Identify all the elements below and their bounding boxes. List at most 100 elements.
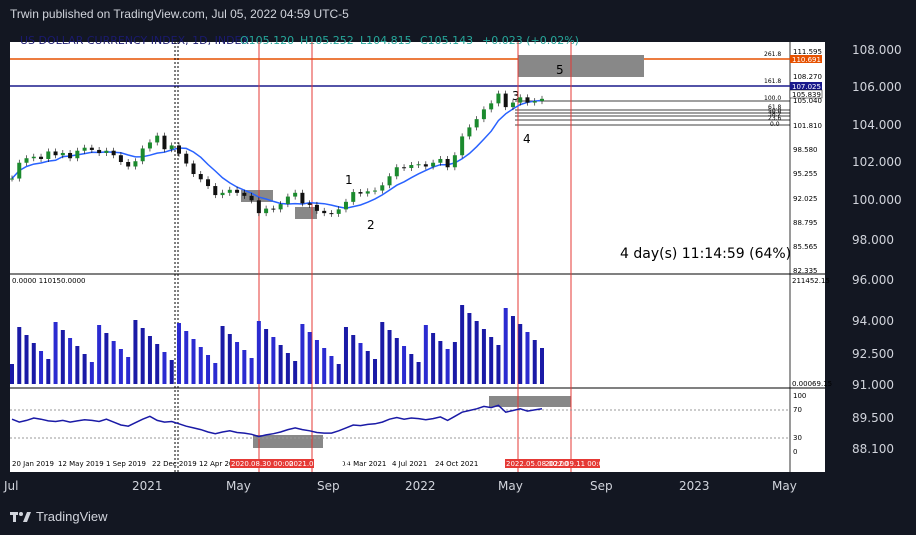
volume-bar	[271, 337, 276, 384]
inner-tick: 101.810	[793, 122, 822, 130]
legend-close: C105.143	[420, 34, 473, 47]
candle	[242, 192, 247, 196]
candle	[46, 151, 51, 159]
candle	[474, 119, 479, 128]
inner-tick: 95.255	[793, 170, 818, 178]
right-tick: 104.000	[852, 118, 902, 132]
legend-open: O105.120	[240, 34, 294, 47]
volume-bar	[31, 343, 36, 384]
volume-bar	[235, 342, 240, 384]
volume-bar	[474, 321, 479, 384]
volume-bar	[46, 359, 51, 384]
volume-bar	[264, 329, 269, 384]
candle	[184, 153, 189, 164]
candle	[89, 147, 94, 150]
volume-bar	[140, 328, 145, 384]
volume-bar	[380, 322, 385, 384]
candle	[271, 208, 276, 210]
volume-bar	[307, 332, 312, 384]
fib-value-100: 105.839	[792, 91, 821, 99]
volume-bar	[351, 335, 356, 384]
date-tag: 2021.01.03 00:00	[289, 460, 351, 468]
right-tick: 91.000	[852, 378, 894, 392]
tradingview-brand[interactable]: TradingView	[10, 509, 108, 524]
candle	[285, 196, 290, 205]
candle	[510, 102, 515, 108]
candle	[17, 162, 22, 179]
wave-label-2: 2	[367, 218, 375, 232]
volume-bar	[191, 339, 196, 384]
candle	[358, 192, 363, 194]
volume-bar	[213, 363, 218, 384]
right-tick: 102.000	[852, 155, 902, 169]
volume-bar	[97, 325, 102, 384]
time-tick: Jul	[3, 479, 18, 493]
volume-max-label: 211452.15	[792, 277, 830, 285]
rsi-tick: 70	[793, 406, 802, 414]
publisher-bar: Trwin published on TradingView.com, Jul …	[0, 0, 916, 30]
candle	[118, 155, 123, 162]
right-tick: 96.000	[852, 273, 894, 287]
time-tick: May	[226, 479, 251, 493]
volume-bar	[532, 340, 537, 384]
volume-bar	[510, 316, 515, 384]
volume-bar	[314, 340, 319, 384]
candle	[445, 158, 450, 168]
volume-bar	[373, 359, 378, 384]
wave-label-4: 4	[523, 132, 531, 146]
right-tick: 89.500	[852, 411, 894, 425]
inner-date: 4 Jul 2021	[392, 460, 427, 468]
candle	[525, 97, 530, 103]
time-tick: May	[772, 479, 797, 493]
volume-bar	[75, 346, 80, 384]
inner-date: 12 May 2019	[58, 460, 104, 468]
volume-bar	[445, 349, 450, 384]
volume-bar	[343, 327, 348, 384]
volume-bar	[147, 336, 152, 384]
fib-label-0: 0.0	[770, 121, 780, 128]
candle	[489, 103, 494, 110]
candle	[126, 161, 131, 167]
right-tick: 94.000	[852, 314, 894, 328]
volume-header: 0.0000 110150.0000	[12, 277, 85, 285]
inner-tick: 82.335	[793, 267, 818, 275]
inner-tick: 98.580	[793, 146, 818, 154]
volume-bar	[394, 338, 399, 384]
volume-bar	[162, 352, 167, 384]
fib-label-100: 100.0	[764, 95, 781, 102]
candle	[68, 152, 73, 159]
candle	[518, 97, 523, 103]
volume-bar	[17, 327, 22, 384]
box-low-2	[295, 207, 317, 219]
publisher-text: Trwin published on TradingView.com, Jul …	[10, 7, 349, 21]
candle	[336, 209, 341, 214]
volume-bar	[220, 326, 225, 384]
candle	[503, 93, 508, 108]
fib-label-261: 261.8	[764, 51, 781, 58]
candle	[532, 101, 537, 103]
volume-bar	[206, 355, 211, 384]
volume-bar	[467, 313, 472, 384]
candle	[140, 148, 145, 162]
chart-area[interactable]: US DOLLAR CURRENCY INDEX, 1D, INDEX O105…	[0, 30, 916, 535]
volume-bar	[423, 325, 428, 384]
legend-symbol: US DOLLAR CURRENCY INDEX, 1D, INDEX	[20, 34, 250, 47]
volume-bar	[365, 351, 370, 384]
volume-bar	[293, 361, 298, 384]
fib-value-261: 110.691	[792, 56, 821, 64]
volume-bar	[416, 362, 421, 384]
candle	[416, 164, 421, 166]
volume-bar	[518, 324, 523, 384]
volume-bar	[60, 330, 65, 384]
candle	[75, 150, 80, 159]
volume-bar	[111, 341, 116, 384]
candle	[31, 156, 36, 159]
rsi-box-high	[489, 396, 571, 407]
right-price-axis: 108.000 106.000 104.000 102.000 100.000 …	[852, 43, 902, 456]
volume-bar	[249, 358, 254, 384]
volume-bar	[133, 320, 138, 384]
rsi-tick: 0	[793, 448, 797, 456]
candle	[322, 210, 327, 214]
time-tick: Sep	[317, 479, 340, 493]
volume-bar	[242, 350, 247, 384]
